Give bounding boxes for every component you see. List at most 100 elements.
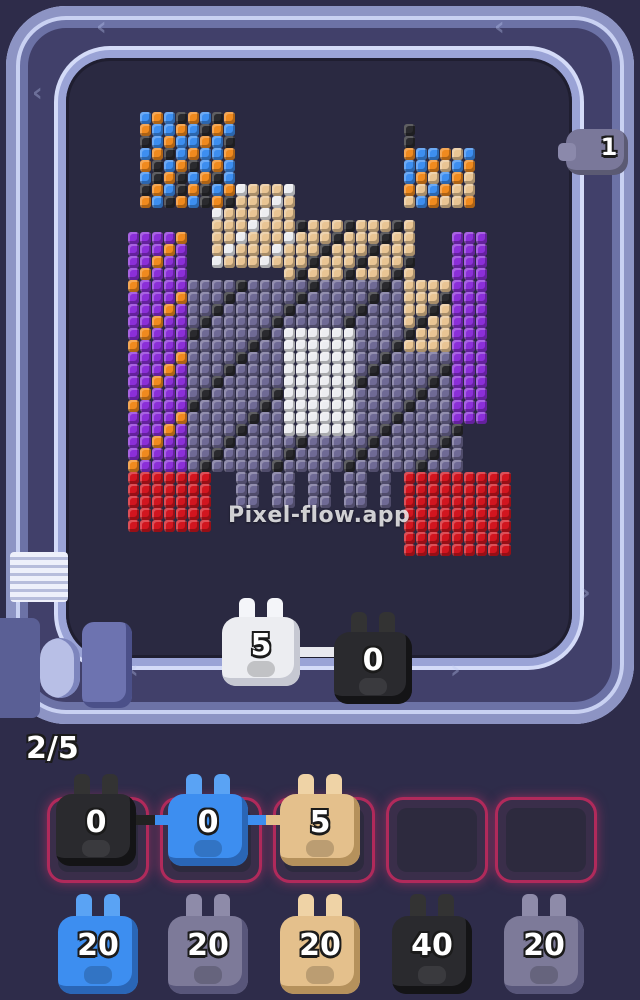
queue-pig-gray[interactable]: 20 [504, 894, 584, 994]
pixel-block [128, 412, 139, 424]
pixel-block [488, 496, 499, 508]
pixel-block [200, 436, 211, 448]
queue-pig-tan[interactable]: 20 [280, 894, 360, 994]
pixel-block [380, 316, 391, 328]
queue-pig-blue[interactable]: 20 [58, 894, 138, 994]
pixel-block [440, 304, 451, 316]
pixel-block [392, 292, 403, 304]
pixel-block [464, 352, 475, 364]
pixel-block [212, 460, 223, 472]
pixel-block [320, 232, 331, 244]
pixel-block [404, 280, 415, 292]
pixel-block [368, 280, 379, 292]
pixel-block [176, 112, 187, 124]
pixel-block [140, 316, 151, 328]
pixel-block [236, 220, 247, 232]
pixel-block [356, 340, 367, 352]
pixel-block [284, 388, 295, 400]
pixel-block [260, 208, 271, 220]
pixel-block [416, 544, 427, 556]
pixel-block [344, 280, 355, 292]
pixel-block [200, 160, 211, 172]
pixel-block [176, 484, 187, 496]
pixel-block [464, 388, 475, 400]
pixel-block [164, 196, 175, 208]
pixel-block [320, 256, 331, 268]
pixel-block [332, 436, 343, 448]
pixel-block [476, 292, 487, 304]
pixel-block [272, 448, 283, 460]
pixel-block [212, 424, 223, 436]
pixel-block [140, 172, 151, 184]
pixel-block [176, 148, 187, 160]
pixel-block [320, 364, 331, 376]
pixel-block [152, 196, 163, 208]
pixel-block [176, 460, 187, 472]
pixel-block [440, 532, 451, 544]
pixel-block [404, 388, 415, 400]
pixel-block [248, 292, 259, 304]
pixel-block [272, 364, 283, 376]
pixel-block [128, 232, 139, 244]
pixel-block [500, 520, 511, 532]
pixel-block [212, 412, 223, 424]
holding-slot-5[interactable] [498, 800, 594, 880]
pixel-block [428, 304, 439, 316]
pixel-block [284, 208, 295, 220]
pixel-block [212, 352, 223, 364]
slot-pig-blue[interactable]: 0 [168, 774, 248, 866]
pixel-block [236, 328, 247, 340]
pixel-block [176, 304, 187, 316]
pixel-block [440, 436, 451, 448]
conveyor-pig-white[interactable]: 5 [222, 598, 300, 686]
pixel-block [476, 496, 487, 508]
pixel-block [176, 448, 187, 460]
pixel-block [344, 292, 355, 304]
pixel-block [236, 256, 247, 268]
pixel-block [296, 220, 307, 232]
pixel-block [212, 196, 223, 208]
pixel-block [416, 196, 427, 208]
pixel-block [440, 448, 451, 460]
pixel-block [212, 160, 223, 172]
pixel-block [452, 484, 463, 496]
pixel-block [476, 544, 487, 556]
conveyor-pig-black[interactable]: 0 [334, 612, 412, 704]
pixel-block [332, 424, 343, 436]
queue-pig-black[interactable]: 40 [392, 894, 472, 994]
slot-pig-tan[interactable]: 5 [280, 774, 360, 866]
pixel-block [308, 352, 319, 364]
holding-slot-4[interactable] [389, 800, 485, 880]
pixel-block [428, 508, 439, 520]
pixel-block [392, 316, 403, 328]
pixel-block [212, 256, 223, 268]
pixel-block [416, 424, 427, 436]
pixel-block [224, 148, 235, 160]
pixel-block [296, 292, 307, 304]
pixel-block [368, 460, 379, 472]
pixel-block [356, 448, 367, 460]
pixel-block [464, 472, 475, 484]
pixel-block [380, 376, 391, 388]
pixel-block [248, 244, 259, 256]
queue-pig-gray[interactable]: 20 [168, 894, 248, 994]
pixel-block [416, 184, 427, 196]
pixel-block [248, 352, 259, 364]
pixel-block [212, 388, 223, 400]
pixel-block [380, 328, 391, 340]
pixel-block [368, 268, 379, 280]
pixel-block [152, 496, 163, 508]
pixel-block [308, 292, 319, 304]
pixel-block [140, 508, 151, 520]
pixel-block [200, 412, 211, 424]
slot-pig-black[interactable]: 0 [56, 774, 136, 866]
pixel-block [260, 280, 271, 292]
pixel-block [176, 172, 187, 184]
pixel-block [188, 412, 199, 424]
pixel-block [164, 124, 175, 136]
pixel-block [212, 244, 223, 256]
pixel-block [452, 544, 463, 556]
pixel-block [452, 352, 463, 364]
pixel-block [152, 232, 163, 244]
pixel-block [416, 472, 427, 484]
